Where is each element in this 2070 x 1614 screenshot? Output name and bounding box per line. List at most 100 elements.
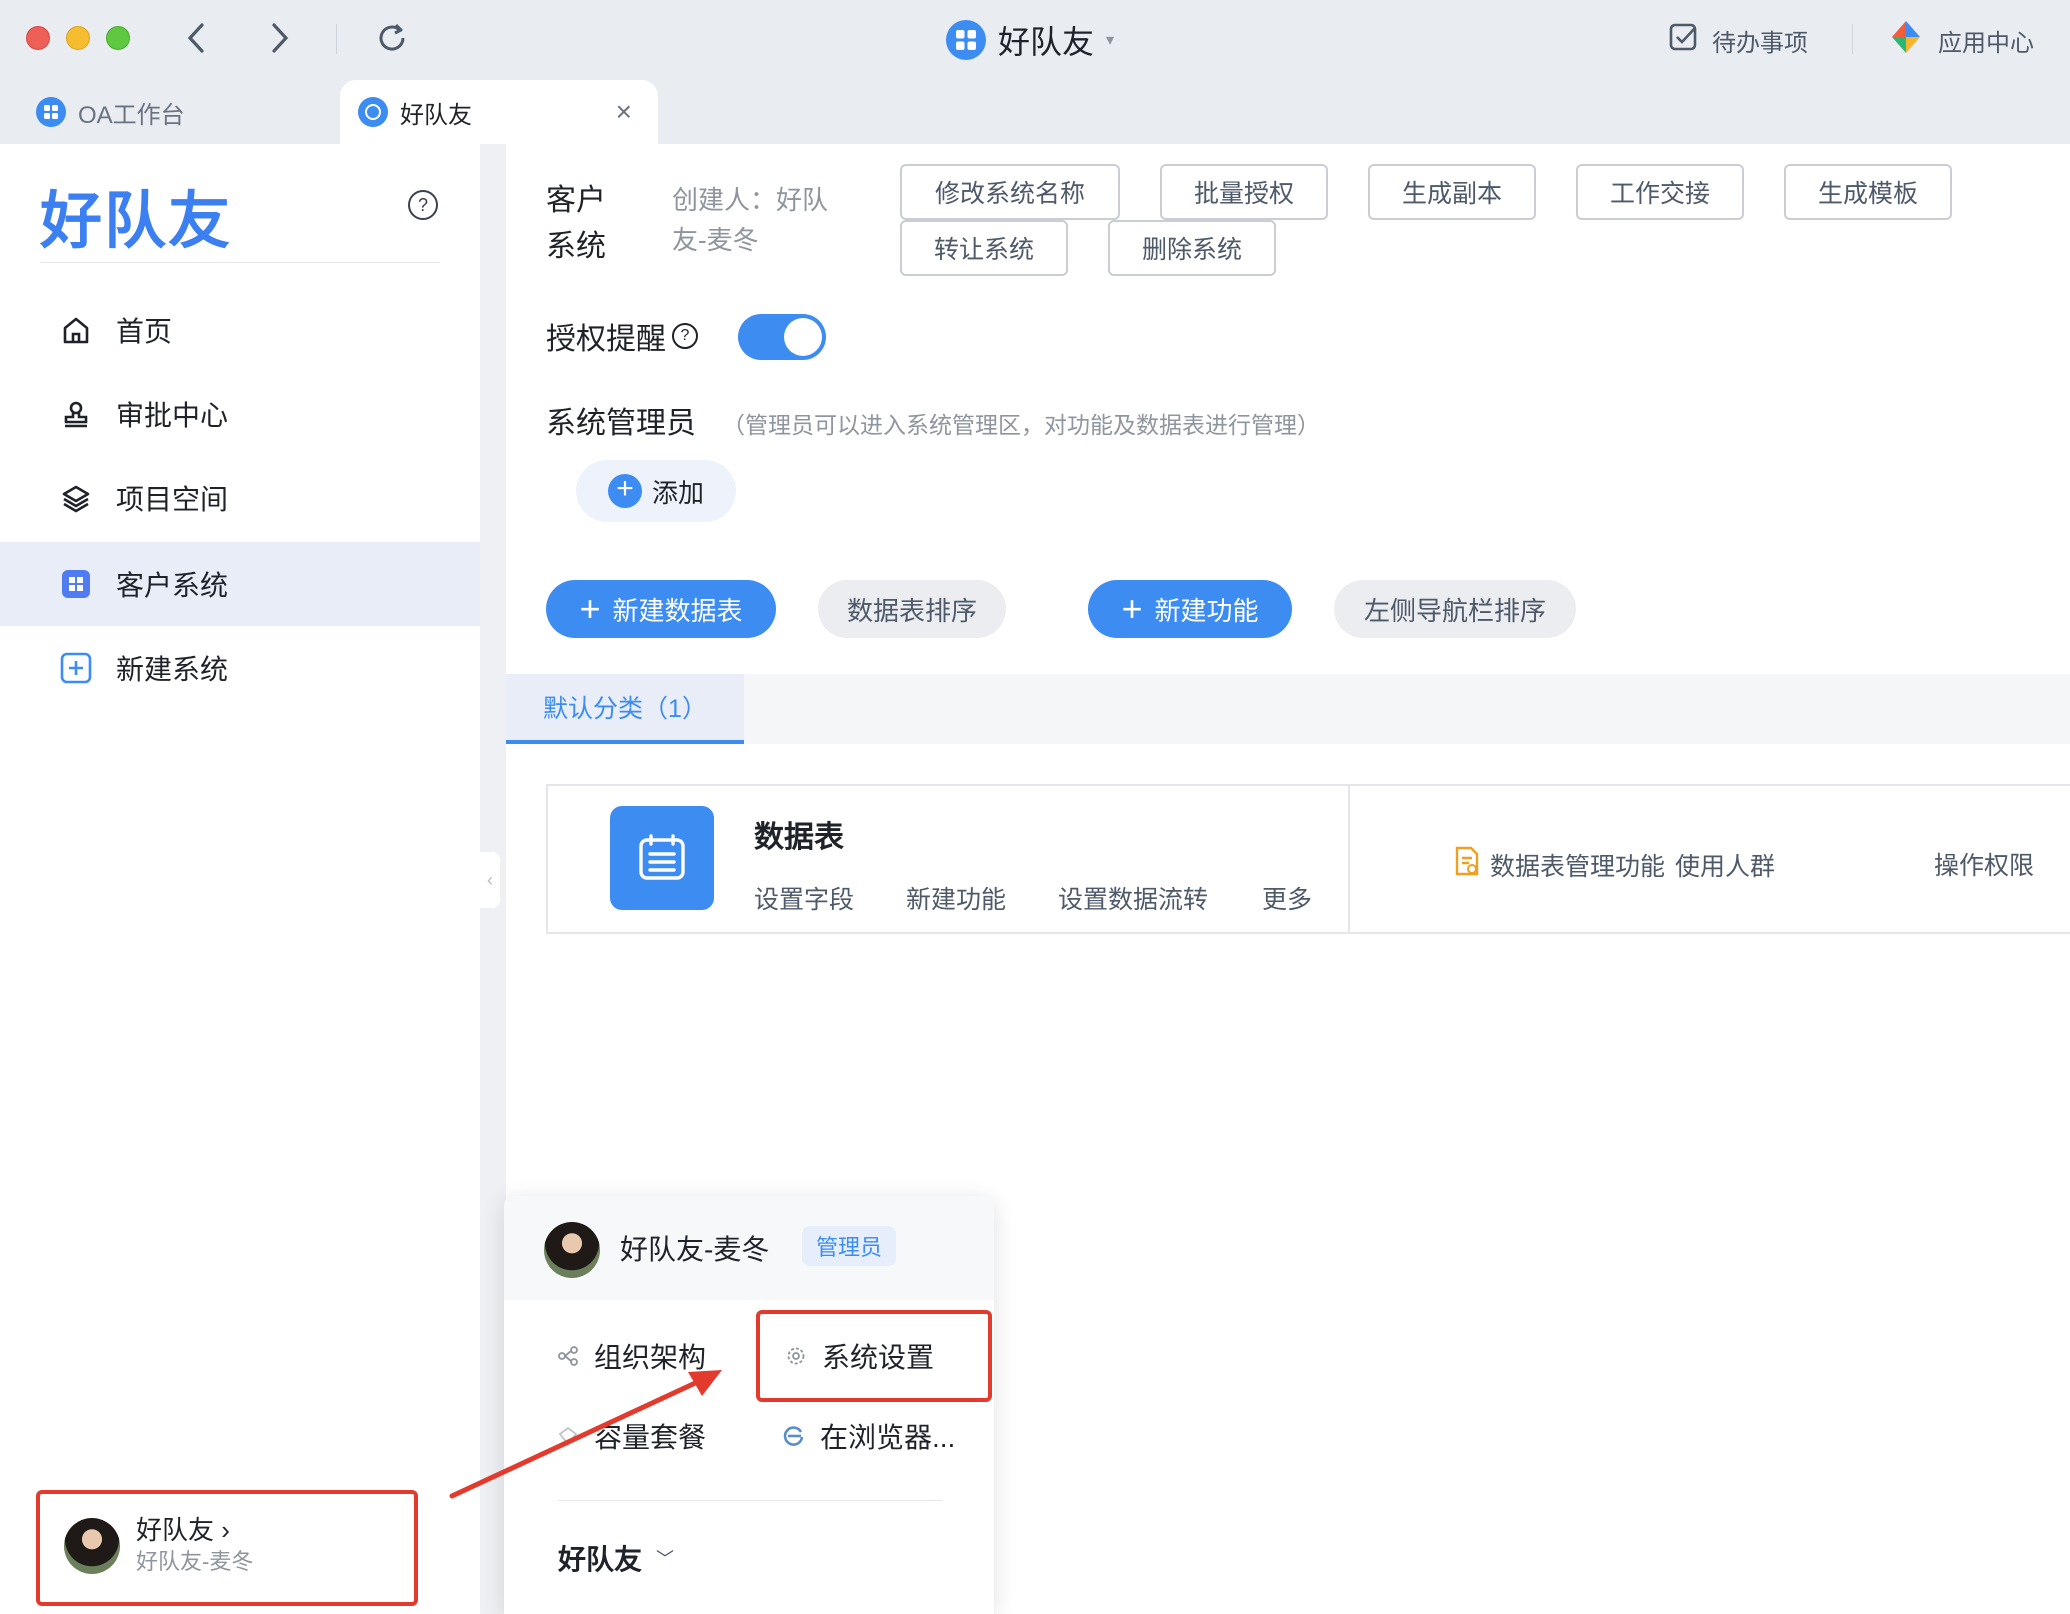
table-card: 数据表 设置字段 新建功能 设置数据流转 更多 数据表管理功能 使用人群 操作权限 — [546, 784, 2070, 934]
close-window-button[interactable] — [26, 26, 50, 50]
collapse-sidebar-button[interactable]: ‹ — [480, 852, 500, 908]
plus-icon: + — [1121, 588, 1143, 629]
team-switcher[interactable]: 好队友 ﹀ — [558, 1538, 674, 1578]
app-grid-icon — [60, 568, 92, 600]
sidebar-item-label: 新建系统 — [116, 654, 229, 685]
category-tabs: 默认分类（1） — [506, 674, 2070, 744]
delete-system-button[interactable]: 删除系统 — [1108, 220, 1276, 276]
toolbar-divider — [1852, 24, 1853, 54]
app-center-label: 应用中心 — [1938, 29, 2034, 57]
org-chart-icon — [556, 1344, 580, 1368]
add-label: 添加 — [651, 477, 704, 508]
help-icon[interactable]: ? — [672, 323, 698, 349]
sidebar-item-customer-system[interactable]: 客户系统 — [0, 542, 480, 626]
app-grid-icon — [36, 97, 66, 127]
permissions-link[interactable]: 操作权限 — [1934, 846, 2034, 882]
divider — [40, 262, 440, 263]
plus-square-icon — [60, 652, 92, 684]
app-switcher[interactable]: 好队友 ▾ — [946, 18, 1114, 62]
add-admin-button[interactable]: + 添加 — [576, 460, 736, 522]
refresh-icon[interactable] — [372, 18, 412, 58]
tab-label: 好队友 — [400, 101, 472, 129]
role-badge: 管理员 — [802, 1226, 897, 1266]
sidebar-item-approval[interactable]: 审批中心 — [0, 372, 480, 456]
user-menu-popup: 好队友-麦冬 管理员 组织架构 系统设置 容量套餐 在浏览器... 好队友 ﹀ — [504, 1196, 994, 1614]
table-sort-button[interactable]: 数据表排序 — [818, 580, 1006, 638]
divider — [558, 1500, 942, 1501]
todo-button[interactable]: 待办事项 — [1668, 20, 1808, 60]
sidebar-item-label: 首页 — [116, 316, 173, 347]
sidebar-item-projects[interactable]: 项目空间 — [0, 456, 480, 540]
system-name: 客户系统 — [546, 184, 606, 263]
window-titlebar: 好队友 ▾ 待办事项 应用中心 — [0, 0, 2070, 78]
close-icon[interactable]: × — [616, 98, 632, 126]
app-grid-icon — [946, 20, 986, 60]
back-icon[interactable] — [176, 18, 216, 58]
rename-system-button[interactable]: 修改系统名称 — [900, 164, 1120, 220]
sidebar-item-label: 审批中心 — [116, 400, 229, 431]
admin-hint: （管理员可以进入系统管理区，对功能及数据表进行管理） — [722, 412, 1320, 438]
app-logo-icon — [358, 97, 388, 127]
batch-authorize-button[interactable]: 批量授权 — [1160, 164, 1328, 220]
sidebar-item-new-system[interactable]: 新建系统 — [0, 626, 480, 710]
avatar — [544, 1222, 600, 1278]
more-link[interactable]: 更多 — [1262, 880, 1312, 916]
browser-icon — [782, 1424, 806, 1448]
caret-down-icon: ▾ — [1106, 32, 1115, 49]
todo-label: 待办事项 — [1712, 29, 1808, 57]
transfer-system-button[interactable]: 转让系统 — [900, 220, 1068, 276]
package-icon — [556, 1424, 580, 1448]
admin-title: 系统管理员 — [546, 407, 696, 440]
creator-info: 创建人：好队友-麦冬 — [672, 185, 829, 255]
brand-logo: 好队友 — [40, 187, 233, 256]
toolbar-divider — [336, 24, 337, 54]
help-icon[interactable]: ? — [408, 190, 438, 220]
menu-item-org-structure[interactable]: 组织架构 — [556, 1336, 706, 1376]
layers-icon — [60, 482, 92, 514]
table-feature-row[interactable]: 数据表管理功能 使用人群 — [1454, 846, 1775, 883]
auth-reminder-toggle[interactable] — [738, 314, 826, 360]
duplicate-button[interactable]: 生成副本 — [1368, 164, 1536, 220]
maximize-window-button[interactable] — [106, 26, 130, 50]
sidebar-item-home[interactable]: 首页 — [0, 288, 480, 372]
set-fields-link[interactable]: 设置字段 — [754, 880, 854, 916]
home-icon — [60, 314, 92, 346]
tab-bar: OA工作台 好队友 × — [0, 78, 2070, 144]
users-label: 使用人群 — [1675, 852, 1776, 881]
handover-button[interactable]: 工作交接 — [1576, 164, 1744, 220]
new-table-button[interactable]: + 新建数据表 — [546, 580, 776, 638]
highlight-box — [36, 1490, 418, 1606]
popup-user-name: 好队友-麦冬 — [620, 1234, 770, 1265]
plus-icon: + — [579, 588, 601, 629]
generate-template-button[interactable]: 生成模板 — [1784, 164, 1952, 220]
app-title: 好队友 — [998, 24, 1095, 60]
menu-item-capacity-plan[interactable]: 容量套餐 — [556, 1416, 706, 1456]
document-icon — [1454, 846, 1480, 883]
new-feature-link[interactable]: 新建功能 — [906, 880, 1006, 916]
tab-default-category[interactable]: 默认分类（1） — [506, 674, 744, 744]
app-center-button[interactable]: 应用中心 — [1888, 20, 2034, 60]
table-icon[interactable] — [610, 806, 714, 910]
new-feature-button[interactable]: + 新建功能 — [1088, 580, 1292, 638]
app-center-icon — [1888, 19, 1924, 62]
sidebar: 好队友 ? 首页 审批中心 项目空间 客户系统 新建系统 好队友 › 好队友-麦… — [0, 144, 480, 1614]
auth-reminder-label: 授权提醒 ? — [546, 314, 698, 358]
popup-header: 好队友-麦冬 管理员 — [504, 1196, 994, 1300]
forward-icon[interactable] — [260, 18, 300, 58]
tab-oa-workbench[interactable]: OA工作台 — [0, 80, 336, 144]
tab-label: OA工作台 — [78, 101, 185, 129]
sidebar-item-label: 客户系统 — [116, 570, 229, 601]
plus-icon: + — [607, 474, 642, 508]
highlight-box — [756, 1310, 992, 1402]
toggle-knob — [784, 318, 822, 356]
minimize-window-button[interactable] — [66, 26, 90, 50]
nav-sort-button[interactable]: 左侧导航栏排序 — [1334, 580, 1576, 638]
stamp-icon — [60, 398, 92, 430]
sidebar-item-label: 项目空间 — [116, 484, 229, 515]
divider — [1348, 786, 1350, 932]
chevron-down-icon: ﹀ — [656, 1549, 675, 1569]
checkbox-icon — [1668, 22, 1698, 59]
data-flow-link[interactable]: 设置数据流转 — [1058, 880, 1208, 916]
tab-haoduiyou[interactable]: 好队友 × — [340, 80, 658, 144]
menu-item-open-in-browser[interactable]: 在浏览器... — [782, 1416, 955, 1456]
